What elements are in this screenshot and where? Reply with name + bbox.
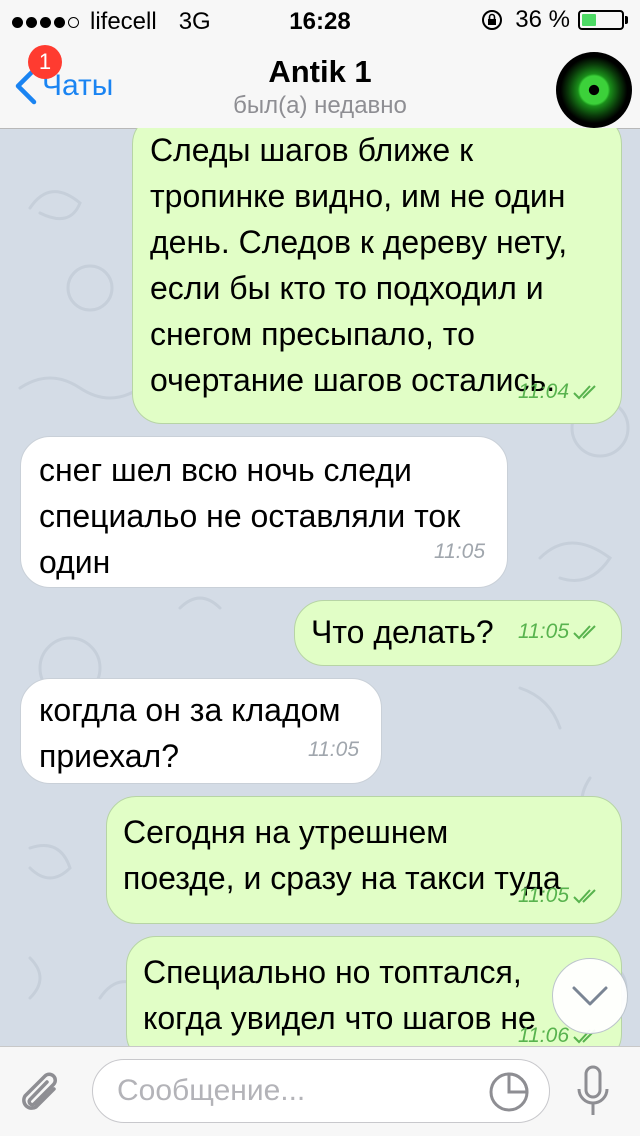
battery-fill <box>582 14 596 26</box>
sticker-icon[interactable] <box>488 1071 530 1113</box>
outgoing-message[interactable]: Что делать? 11:05 <box>294 600 622 666</box>
status-right: 36 % <box>481 6 628 34</box>
message-meta: 11:05 <box>518 873 603 919</box>
message-meta: 11:04 <box>518 369 603 415</box>
chat-header: Чаты 1 Antik 1 был(а) недавно <box>0 40 640 129</box>
double-check-icon <box>573 625 596 640</box>
contact-avatar[interactable] <box>556 52 632 128</box>
message-text: Следы шагов ближе к тропинке видно, им н… <box>150 132 568 398</box>
chevron-down-icon <box>572 986 608 1006</box>
orientation-lock-icon <box>482 10 503 30</box>
message-text: снег шел всю ночь следи специальо не ост… <box>39 452 461 580</box>
last-seen-status: был(а) недавно <box>233 92 407 119</box>
message-meta: 11:05 <box>308 727 359 773</box>
message-time: 11:05 <box>518 620 569 643</box>
paperclip-icon[interactable] <box>18 1067 66 1119</box>
microphone-icon[interactable] <box>576 1065 610 1121</box>
outgoing-message[interactable]: Следы шагов ближе к тропинке видно, им н… <box>132 128 622 424</box>
status-bar: lifecell 3G 16:28 36 % <box>0 0 640 40</box>
outgoing-message[interactable]: Сегодня на утрешнем поезде, и сразу на т… <box>106 796 622 924</box>
outgoing-message[interactable]: Специально но топтался, когда увидел что… <box>126 936 622 1046</box>
message-meta: 11:05 <box>518 609 603 655</box>
message-text: Специально но топтался, когда увидел что… <box>143 954 536 1036</box>
battery-icon <box>578 10 624 30</box>
message-text: когдла он за кладом приехал? <box>39 692 341 774</box>
incoming-message[interactable]: снег шел всю ночь следи специальо не ост… <box>20 436 508 588</box>
message-input[interactable]: Сообщение... <box>92 1059 550 1123</box>
battery-percent: 36 % <box>515 6 570 33</box>
message-time: 11:05 <box>308 738 359 761</box>
message-time: 11:04 <box>518 380 569 403</box>
message-list[interactable]: Следы шагов ближе к тропинке видно, им н… <box>0 128 640 1046</box>
chat-title[interactable]: Antik 1 <box>0 54 640 90</box>
message-meta: 11:05 <box>434 529 485 575</box>
scroll-to-bottom-button[interactable] <box>552 958 628 1034</box>
message-text: Сегодня на утрешнем поезде, и сразу на т… <box>123 814 561 896</box>
message-time: 11:05 <box>518 884 569 907</box>
double-check-icon <box>573 889 596 904</box>
incoming-message[interactable]: когдла он за кладом приехал? 11:05 <box>20 678 382 784</box>
message-composer: Сообщение... <box>0 1046 640 1136</box>
double-check-icon <box>573 385 596 400</box>
message-text: Что делать? <box>311 614 494 650</box>
message-time: 11:05 <box>434 540 485 563</box>
